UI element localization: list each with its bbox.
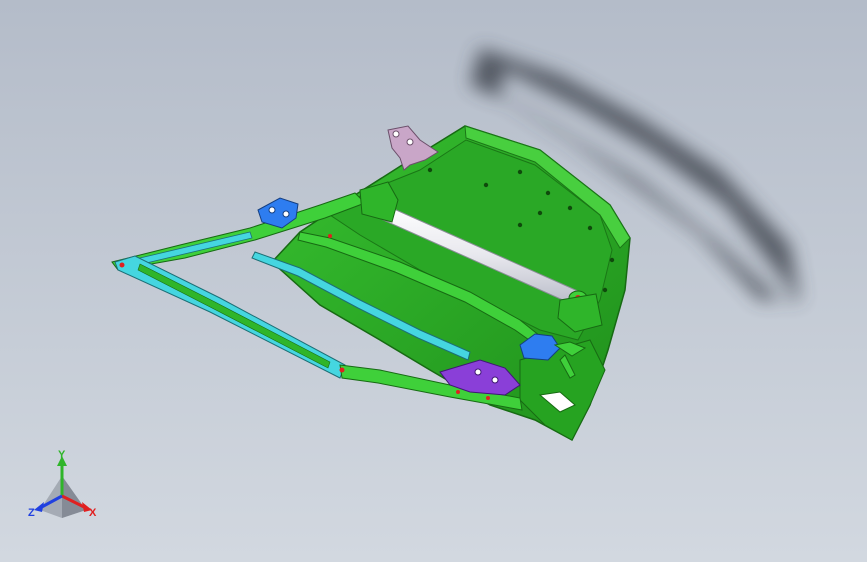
- upper-rail-cyan-strip: [139, 231, 253, 265]
- triad-y-label: Y: [58, 449, 66, 461]
- cad-model-view[interactable]: Y X Z: [0, 0, 867, 562]
- axis-triad[interactable]: Y X Z: [28, 449, 97, 519]
- cad-graphics-area[interactable]: Y X Z: [0, 0, 867, 562]
- triad-x-label: X: [89, 507, 97, 519]
- triad-z-label: Z: [28, 507, 35, 519]
